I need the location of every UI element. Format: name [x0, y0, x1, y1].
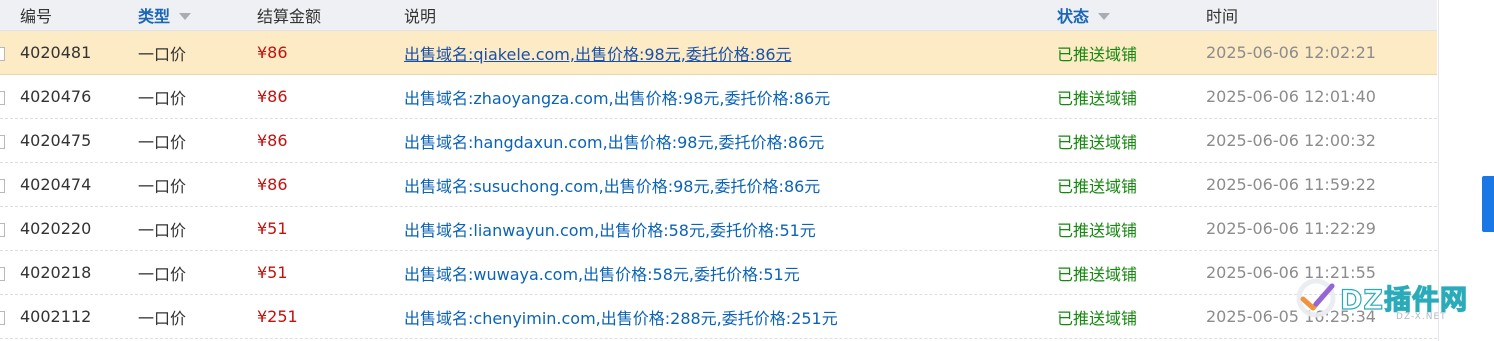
row-checkbox[interactable] [0, 310, 5, 325]
row-time: 2025-06-06 11:59:22 [1206, 175, 1376, 194]
side-float-tab[interactable] [1482, 176, 1494, 232]
row-desc-link[interactable]: 出售域名:susuchong.com,出售价格:98元,委托价格:86元 [404, 173, 820, 197]
row-id: 4020476 [20, 87, 92, 106]
header-type-sort[interactable]: 类型 [138, 0, 192, 30]
check-logo-icon [1296, 278, 1336, 318]
table-row[interactable]: 4002112 一口价 ¥251 出售域名:chenyimin.com,出售价格:28… [0, 295, 1437, 339]
row-desc-cell: 出售域名:chenyimin.com,出售价格:288元,委托价格:251元 [404, 295, 838, 338]
table-row[interactable]: 4020218 一口价 ¥51 出售域名:wuwaya.com,出售价格:58元,委托… [0, 251, 1437, 295]
sort-caret-down-icon[interactable] [179, 12, 192, 20]
row-id: 4020481 [20, 43, 92, 62]
row-checkbox[interactable] [0, 178, 5, 193]
row-amount: ¥51 [257, 219, 288, 238]
row-status: 已推送域铺 [1057, 44, 1138, 64]
header-type-label: 类型 [138, 7, 171, 26]
row-amount: ¥86 [257, 131, 288, 150]
table-row[interactable]: 4020476 一口价 ¥86 出售域名:zhaoyangza.com,出售价格:98… [0, 75, 1437, 119]
row-desc-link[interactable]: 出售域名:lianwayun.com,出售价格:58元,委托价格:51元 [404, 217, 816, 241]
row-checkbox[interactable] [0, 266, 5, 281]
header-status-sort[interactable]: 状态 [1057, 0, 1111, 30]
row-time: 2025-06-06 12:01:40 [1206, 87, 1376, 106]
row-desc-cell: 出售域名:wuwaya.com,出售价格:58元,委托价格:51元 [404, 251, 800, 294]
row-type: 一口价 [138, 88, 187, 108]
row-amount: ¥86 [257, 175, 288, 194]
row-id: 4020218 [20, 263, 92, 282]
header-status-label: 状态 [1057, 7, 1090, 26]
row-desc-cell: 出售域名:qiakele.com,出售价格:98元,委托价格:86元 [404, 31, 792, 74]
row-desc-cell: 出售域名:lianwayun.com,出售价格:58元,委托价格:51元 [404, 207, 816, 250]
row-status: 已推送域铺 [1057, 264, 1138, 284]
row-status: 已推送域铺 [1057, 308, 1138, 328]
row-amount: ¥251 [257, 307, 298, 326]
table-row[interactable]: 4020474 一口价 ¥86 出售域名:susuchong.com,出售价格:98元… [0, 163, 1437, 207]
table-header: 编号 类型 结算金额 说明 状态 时间 [0, 0, 1437, 31]
row-id: 4020220 [20, 219, 92, 238]
row-id: 4020474 [20, 175, 92, 194]
row-type: 一口价 [138, 308, 187, 328]
table-row[interactable]: 4020475 一口价 ¥86 出售域名:hangdaxun.com,出售价格:98元… [0, 119, 1437, 163]
row-desc-link[interactable]: 出售域名:wuwaya.com,出售价格:58元,委托价格:51元 [404, 261, 800, 285]
row-checkbox[interactable] [0, 90, 5, 105]
row-desc-cell: 出售域名:hangdaxun.com,出售价格:98元,委托价格:86元 [404, 119, 824, 162]
watermark-subtext: DZ-X.NET [1396, 312, 1447, 322]
records-table: 编号 类型 结算金额 说明 状态 时间 4020481 一口价 ¥86 出售域名:qi… [0, 0, 1437, 339]
row-desc-cell: 出售域名:susuchong.com,出售价格:98元,委托价格:86元 [404, 163, 820, 206]
row-amount: ¥51 [257, 263, 288, 282]
row-desc-link[interactable]: 出售域名:hangdaxun.com,出售价格:98元,委托价格:86元 [404, 129, 824, 153]
header-id: 编号 [20, 7, 53, 26]
row-type: 一口价 [138, 176, 187, 196]
row-status: 已推送域铺 [1057, 132, 1138, 152]
row-status: 已推送域铺 [1057, 88, 1138, 108]
header-time: 时间 [1206, 7, 1239, 26]
row-id: 4020475 [20, 131, 92, 150]
row-status: 已推送域铺 [1057, 176, 1138, 196]
table-body: 4020481 一口价 ¥86 出售域名:qiakele.com,出售价格:98元,委… [0, 31, 1437, 339]
header-amount: 结算金额 [257, 7, 322, 26]
row-type: 一口价 [138, 264, 187, 284]
table-row[interactable]: 4020220 一口价 ¥51 出售域名:lianwayun.com,出售价格:58元… [0, 207, 1437, 251]
row-desc-link[interactable]: 出售域名:qiakele.com,出售价格:98元,委托价格:86元 [404, 41, 792, 65]
row-desc-cell: 出售域名:zhaoyangza.com,出售价格:98元,委托价格:86元 [404, 75, 830, 118]
row-checkbox[interactable] [0, 134, 5, 149]
row-status: 已推送域铺 [1057, 220, 1138, 240]
row-checkbox[interactable] [0, 46, 5, 61]
row-time: 2025-06-06 11:22:29 [1206, 219, 1376, 238]
row-checkbox[interactable] [0, 222, 5, 237]
row-desc-link[interactable]: 出售域名:zhaoyangza.com,出售价格:98元,委托价格:86元 [404, 85, 830, 109]
row-type: 一口价 [138, 132, 187, 152]
row-type: 一口价 [138, 44, 187, 64]
row-amount: ¥86 [257, 87, 288, 106]
row-id: 4002112 [20, 307, 92, 326]
row-desc-link[interactable]: 出售域名:chenyimin.com,出售价格:288元,委托价格:251元 [404, 305, 838, 329]
header-desc: 说明 [404, 7, 437, 26]
row-amount: ¥86 [257, 43, 288, 62]
row-time: 2025-06-06 12:00:32 [1206, 131, 1376, 150]
table-row[interactable]: 4020481 一口价 ¥86 出售域名:qiakele.com,出售价格:98元,委… [0, 31, 1437, 75]
sort-caret-down-icon[interactable] [1098, 12, 1111, 20]
watermark-logo: DZ插件网 DZ-X.NET [1294, 274, 1494, 330]
row-time: 2025-06-06 12:02:21 [1206, 43, 1376, 62]
row-type: 一口价 [138, 220, 187, 240]
